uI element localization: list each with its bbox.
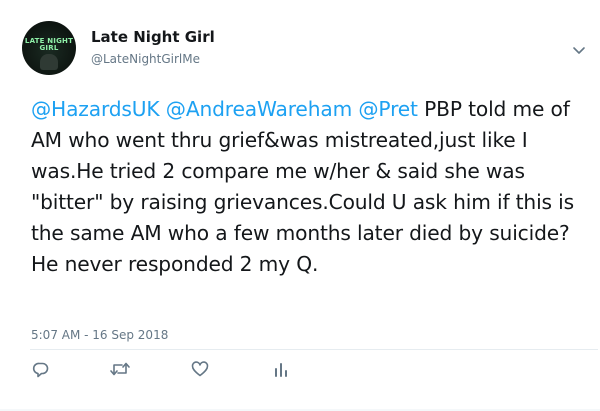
avatar[interactable]: LATE NIGHT GIRL [22,21,76,75]
avatar-logo-text: LATE NIGHT GIRL [24,37,74,52]
mention-link[interactable]: @Pret [358,97,418,121]
analytics-button[interactable] [271,360,291,378]
retweet-button[interactable] [109,360,130,378]
avatar-figure [40,54,58,70]
mention-link[interactable]: @AndreaWareham [166,97,352,121]
tweet-body: PBP told me of AM who went thru grief&wa… [31,97,574,276]
reply-icon [31,360,51,378]
heart-icon [190,360,210,378]
analytics-icon [271,360,291,378]
tweet-timestamp[interactable]: 5:07 AM - 16 Sep 2018 [31,328,168,343]
divider [30,349,598,350]
author-display-name[interactable]: Late Night Girl [91,28,215,46]
tweet-card: LATE NIGHT GIRL Late Night Girl @LateNig… [0,0,600,411]
author-handle[interactable]: @LateNightGirlMe [91,52,200,67]
retweet-icon [109,360,130,378]
mention-link[interactable]: @HazardsUK [31,97,160,121]
more-options-chevron-down-icon[interactable] [571,42,587,54]
like-button[interactable] [190,360,210,378]
reply-button[interactable] [31,360,51,378]
tweet-text: @HazardsUK @AndreaWareham @Pret PBP told… [31,94,591,280]
